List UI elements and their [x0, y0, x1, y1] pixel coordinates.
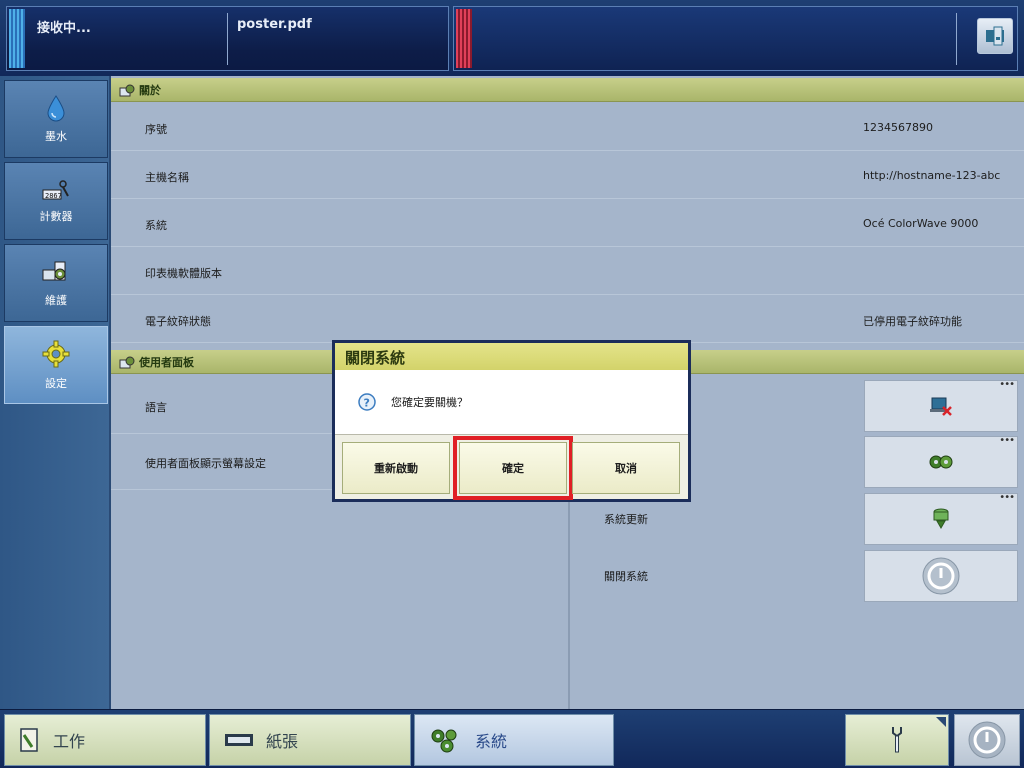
dialog-title: 關閉系統 [335, 343, 688, 370]
counter-icon: 2867 [42, 180, 69, 200]
about-value: Océ ColorWave 9000 [863, 217, 979, 230]
tab-paper[interactable]: 紙張 [209, 714, 411, 766]
wrench-icon [892, 727, 902, 753]
nav-item-label: 設定 [45, 377, 67, 390]
job-status-text: 接收中... [37, 21, 91, 36]
power-button[interactable] [954, 714, 1020, 766]
gear-icon [42, 340, 70, 368]
printer-status-stripe [456, 9, 472, 68]
tab-label: 紙張 [266, 732, 299, 751]
tab-system[interactable]: 系統 [414, 714, 614, 766]
nav-item-counters[interactable]: 2867 計數器 [4, 162, 108, 240]
configuration-button[interactable]: ••• [864, 435, 1018, 488]
job-panel-divider [227, 13, 228, 65]
system-row-shutdown: 關閉系統 [570, 547, 1024, 603]
about-label: 電子紋碎狀態 [145, 315, 211, 328]
section-settings-icon [119, 84, 135, 96]
setting-label: 使用者面板顯示螢幕設定 [145, 457, 266, 470]
restart-button[interactable]: 重新啟動 [342, 442, 450, 494]
more-options-icon: ••• [999, 379, 1015, 390]
about-label: 序號 [145, 123, 167, 136]
about-row-system: 系統 Océ ColorWave 9000 [111, 199, 1024, 247]
nav-item-maintenance[interactable]: 維護 [4, 244, 108, 322]
maintenance-icon [42, 261, 66, 281]
dialog-message: 您確定要關機？ [391, 396, 468, 409]
nav-item-settings[interactable]: 設定 [4, 326, 108, 404]
power-icon [922, 557, 960, 595]
about-label: 主機名稱 [145, 171, 189, 184]
power-icon [968, 721, 1006, 759]
job-status-panel[interactable]: 接收中... poster.pdf [6, 6, 449, 71]
system-update-button[interactable]: ••• [864, 492, 1018, 545]
gear-cluster-icon [929, 455, 953, 469]
printer-icon [986, 26, 1004, 46]
shutdown-dialog: 關閉系統 ? 您確定要關機？ 重新啟動 確定 取消 [332, 340, 691, 502]
confirm-button[interactable]: 確定 [453, 436, 573, 500]
system-label: 系統更新 [604, 513, 648, 526]
ink-drop-icon [47, 95, 65, 122]
job-file-name: poster.pdf [237, 17, 312, 32]
tools-corner-indicator [936, 717, 946, 727]
about-row-software-version: 印表機軟體版本 [111, 247, 1024, 295]
job-icon [20, 728, 38, 752]
about-section-title: 關於 [139, 83, 161, 97]
about-section-header[interactable]: 關於 [111, 78, 1024, 102]
nav-item-label: 計數器 [39, 210, 73, 223]
remote-service-button[interactable]: ••• [864, 379, 1018, 432]
status-panel-divider [956, 13, 957, 65]
about-row-serial: 序號 1234567890 [111, 103, 1024, 151]
about-row-hostname: 主機名稱 http://hostname-123-abc [111, 151, 1024, 199]
shutdown-button[interactable] [864, 550, 1018, 602]
cancel-button[interactable]: 取消 [572, 442, 680, 494]
question-icon: ? [358, 393, 376, 411]
system-update-icon [933, 508, 949, 530]
laptop-error-icon [930, 397, 952, 416]
printer-view-button[interactable] [977, 18, 1013, 54]
tab-label: 系統 [475, 732, 508, 751]
about-value: 1234567890 [863, 121, 933, 134]
top-status-bar: 接收中... poster.pdf [0, 0, 1024, 76]
nav-item-label: 維護 [45, 294, 67, 307]
system-label: 關閉系統 [604, 570, 648, 583]
dialog-button-row: 重新啟動 確定 取消 [335, 435, 688, 500]
about-value: http://hostname-123-abc [863, 169, 1001, 182]
more-options-icon: ••• [999, 492, 1015, 503]
about-label: 印表機軟體版本 [145, 267, 222, 280]
nav-item-ink[interactable]: 墨水 [4, 80, 108, 158]
printer-status-panel[interactable] [453, 6, 1018, 71]
system-gears-icon [431, 729, 457, 753]
svg-text:?: ? [364, 397, 370, 410]
dialog-body: ? 您確定要關機？ [335, 370, 688, 435]
svg-text:2867: 2867 [45, 192, 62, 200]
nav-item-label: 墨水 [45, 130, 67, 143]
tools-button[interactable] [845, 714, 949, 766]
about-row-e-shredding: 電子紋碎狀態 已停用電子紋碎功能 [111, 295, 1024, 343]
about-value: 已停用電子紋碎功能 [863, 315, 962, 328]
tab-jobs[interactable]: 工作 [4, 714, 206, 766]
setting-label: 語言 [145, 401, 167, 414]
about-label: 系統 [145, 219, 167, 232]
job-progress-stripe [9, 9, 25, 68]
bottom-navigation-bar: 工作 紙張 系統 [0, 709, 1024, 768]
tab-label: 工作 [53, 732, 86, 751]
paper-icon [225, 734, 253, 746]
more-options-icon: ••• [999, 435, 1015, 446]
left-navigation: 墨水 2867 計數器 維護 設定 [0, 76, 111, 709]
